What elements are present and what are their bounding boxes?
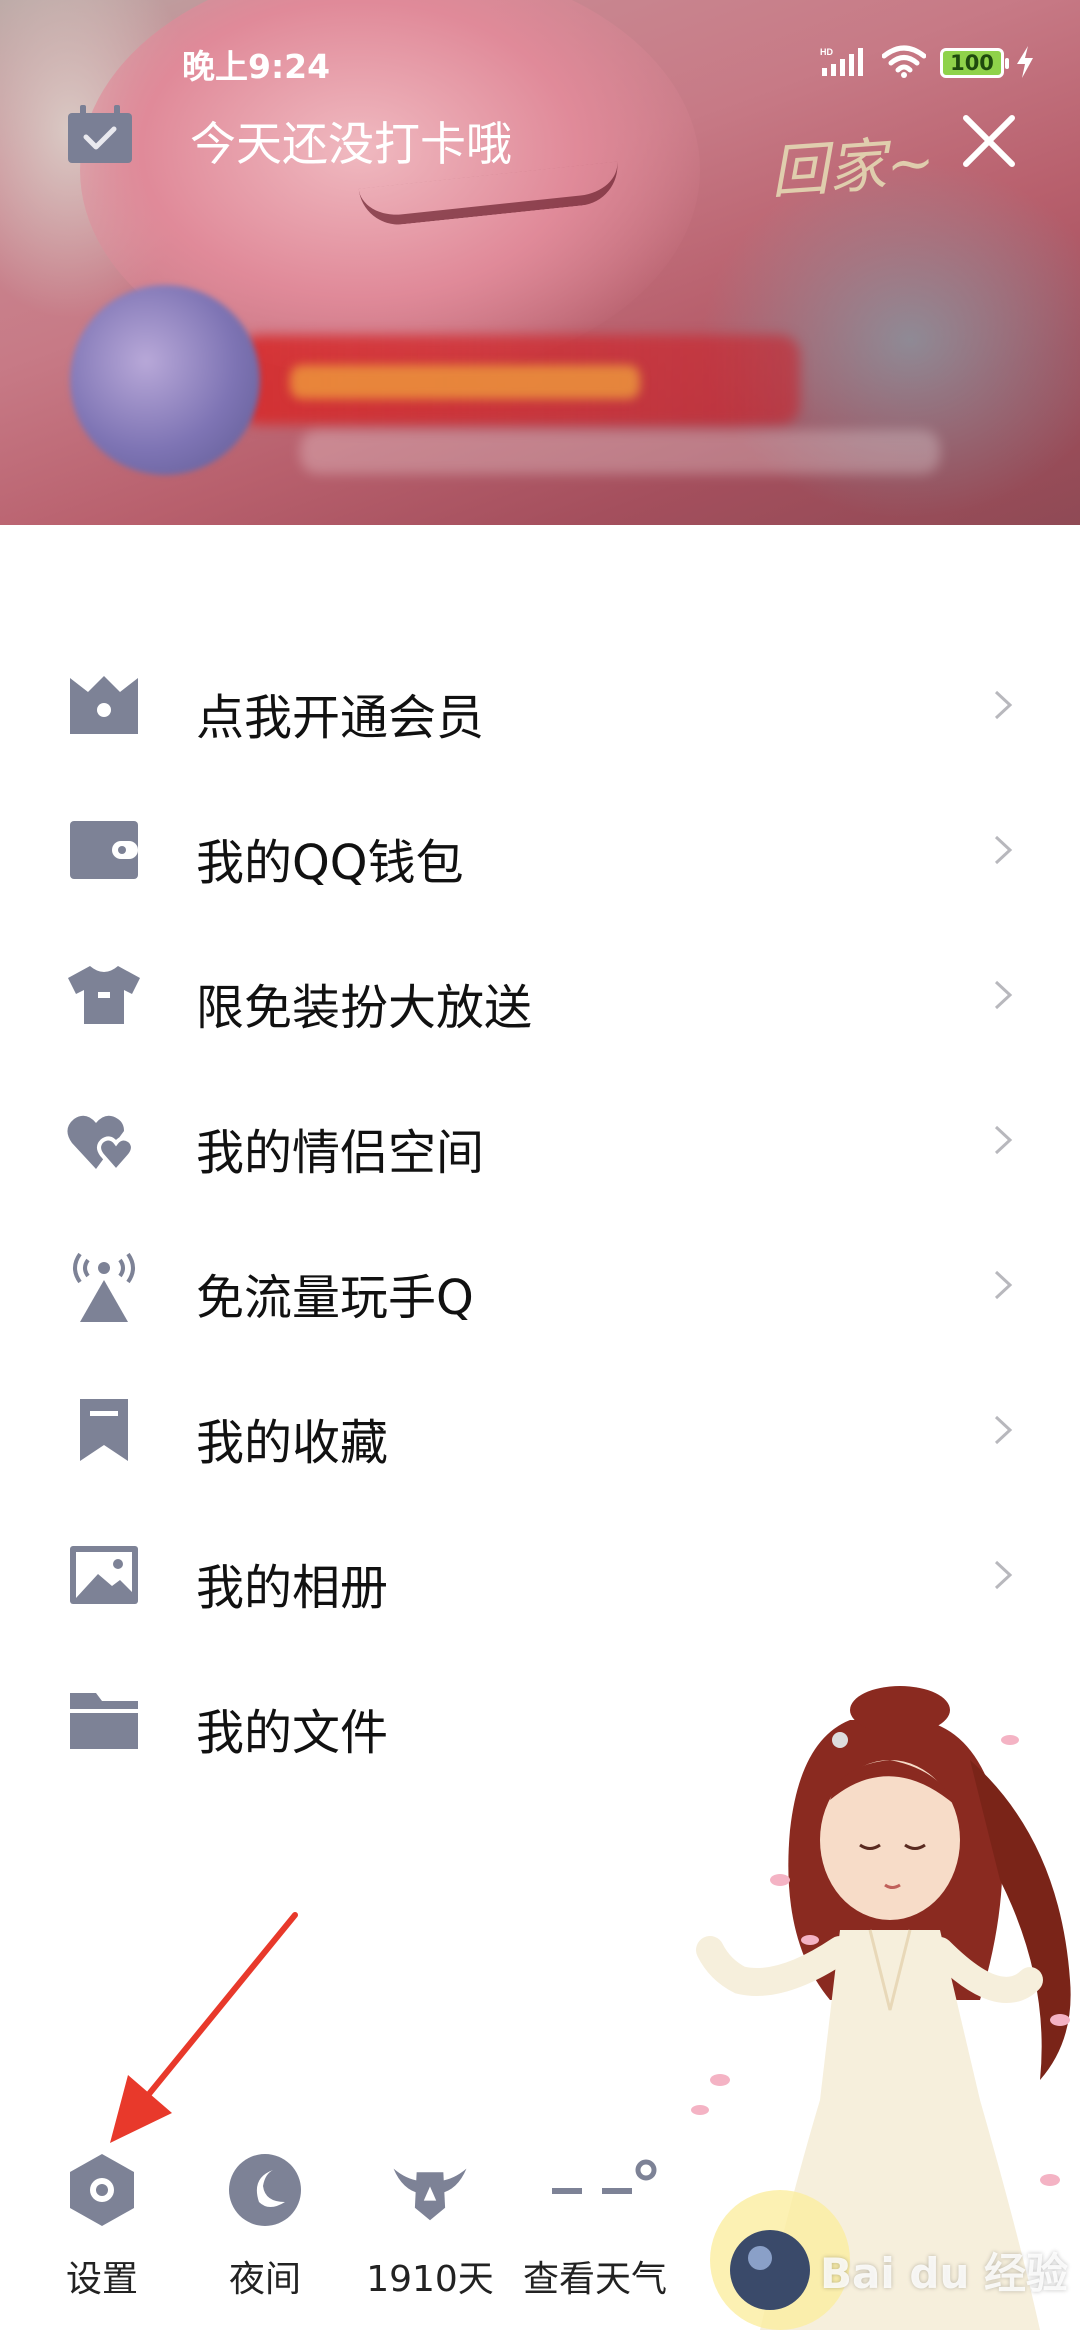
status-bar: 晚上9:24 HD 100 [0,0,1080,110]
hearts-icon [67,1115,135,1173]
close-icon[interactable] [958,110,1020,172]
menu-item-dress-up[interactable]: 限免装扮大放送 [0,930,1080,1060]
cellular-signal-icon: HD [820,47,863,76]
blurred-signature [300,430,940,474]
menu-item-label: 我的收藏 [196,1415,389,1471]
crown-icon [70,676,138,734]
settings-button[interactable]: 设置 [22,2150,182,2300]
signal-tower-icon [73,1252,135,1322]
status-time: 晚上9:24 [182,47,331,86]
checkin-prompt[interactable]: 今天还没打卡哦 [190,108,512,174]
menu-item-vip[interactable]: 点我开通会员 [0,640,1080,770]
menu-item-label: 我的情侣空间 [196,1125,485,1181]
chevron-right-icon [994,1270,1013,1300]
profile-header-banner[interactable]: 晚上9:24 HD 100 今天还没打卡哦 回家~ [0,0,1080,525]
wifi-icon [882,45,926,78]
weather-label: 查看天气 [522,2259,667,2300]
menu-item-couple-space[interactable]: 我的情侣空间 [0,1075,1080,1205]
charging-bolt-icon [1017,46,1033,78]
winged-badge-icon [393,2168,467,2221]
annotation-arrow-icon [110,1912,298,2143]
svg-text:HD: HD [820,47,833,57]
menu-item-label: 我的QQ钱包 [196,835,464,891]
menu-item-wallet[interactable]: 我的QQ钱包 [0,785,1080,915]
chevron-right-icon [994,1560,1013,1590]
banner-handwriting: 回家~ [768,127,938,207]
night-mode-label: 夜间 [228,2259,301,2300]
battery-level: 100 [950,51,994,75]
avatar[interactable] [70,285,260,475]
menu-item-label: 限免装扮大放送 [196,980,533,1036]
menu-item-label: 我的文件 [196,1705,389,1761]
chevron-right-icon [994,1415,1013,1445]
blurred-nickname-highlight [290,365,640,399]
menu-item-label: 免流量玩手Q [196,1270,474,1326]
watermark: Bai du 经验 [820,2249,1068,2298]
photo-icon [70,1546,138,1604]
chevron-right-icon [994,690,1013,720]
menu-item-favorites[interactable]: 我的收藏 [0,1365,1080,1495]
weather-button[interactable]: 查看天气 [515,2150,675,2300]
moon-icon [229,2154,301,2226]
chevron-right-icon [994,1125,1013,1155]
menu-item-album[interactable]: 我的相册 [0,1510,1080,1640]
chevron-right-icon [994,980,1013,1010]
bookmark-icon [80,1399,128,1461]
menu-item-label: 我的相册 [196,1560,389,1616]
menu-item-label: 点我开通会员 [196,690,485,746]
days-label: 1910天 [366,2259,494,2300]
weather-dashes-icon [552,2159,657,2194]
settings-label: 设置 [65,2259,138,2300]
chevron-right-icon [994,835,1013,865]
menu-item-free-data[interactable]: 免流量玩手Q [0,1220,1080,1350]
settings-hexagon-icon [70,2154,134,2226]
folder-icon [70,1693,138,1749]
days-badge-button[interactable]: 1910天 [350,2150,510,2300]
night-mode-button[interactable]: 夜间 [185,2150,345,2300]
calendar-check-icon[interactable] [66,105,134,165]
tshirt-icon [68,966,140,1024]
wallet-icon [70,821,138,879]
battery-icon: 100 [940,48,1009,78]
